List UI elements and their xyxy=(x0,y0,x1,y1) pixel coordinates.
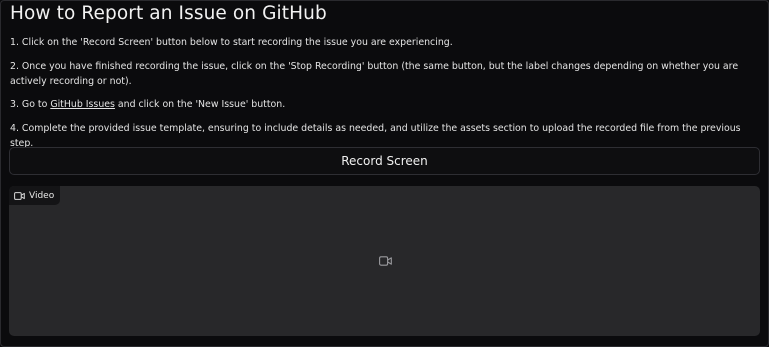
page-title: How to Report an Issue on GitHub xyxy=(10,3,327,24)
video-placeholder-icon xyxy=(379,256,392,266)
step-3-prefix: 3. Go to xyxy=(10,99,51,110)
video-panel: Video xyxy=(9,186,760,336)
video-label-tag: Video xyxy=(9,186,61,205)
github-issues-link[interactable]: GitHub Issues xyxy=(50,99,115,110)
record-screen-button[interactable]: Record Screen xyxy=(9,147,760,175)
video-camera-icon xyxy=(14,191,25,200)
step-3: 3. Go to GitHub Issues and click on the … xyxy=(10,98,754,113)
step-2: 2. Once you have finished recording the … xyxy=(10,61,739,87)
video-label-text: Video xyxy=(29,190,55,201)
step-3-suffix: and click on the 'New Issue' button. xyxy=(114,99,286,110)
step-1: 1. Click on the 'Record Screen' button b… xyxy=(10,37,453,48)
